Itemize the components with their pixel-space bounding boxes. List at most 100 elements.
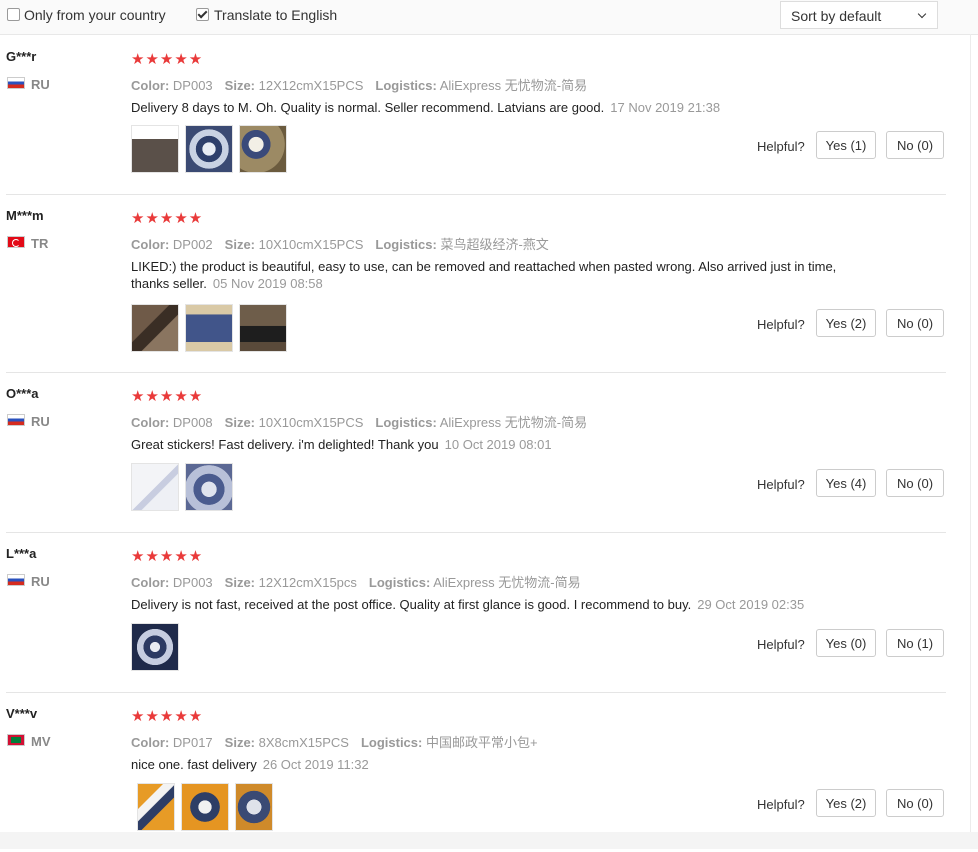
review-divider: [6, 372, 946, 373]
color-label: Color:: [131, 78, 170, 93]
color-label: Color:: [131, 237, 170, 252]
logistics-label: Logistics:: [375, 78, 437, 93]
review-photo[interactable]: [131, 304, 179, 352]
star-rating: ★★★★★: [131, 548, 204, 565]
russia-flag-icon: [7, 77, 25, 89]
size-label: Size:: [224, 415, 255, 430]
translate-label[interactable]: Translate to English: [214, 7, 337, 23]
review-photo[interactable]: [185, 463, 233, 511]
russia-flag-icon: [7, 574, 25, 586]
helpful-yes-button[interactable]: Yes (2): [816, 789, 876, 817]
review-body: nice one. fast delivery: [131, 757, 257, 772]
reviewer-name: L***a: [6, 546, 37, 561]
review-photo[interactable]: [185, 125, 233, 173]
only-country-label[interactable]: Only from your country: [24, 7, 166, 23]
reviewer-name: V***v: [6, 706, 38, 721]
review-item: V***v MV ★★★★★ Color: DP017 Size: 8X8cmX1…: [0, 692, 978, 852]
star-rating: ★★★★★: [131, 708, 204, 725]
review-photo[interactable]: [185, 304, 233, 352]
logistics-value: AliExpress 无忧物流-简易: [439, 415, 588, 430]
chevron-down-icon: [917, 9, 927, 19]
logistics-label: Logistics:: [375, 415, 437, 430]
review-item: L***a RU ★★★★★ Color: DP003 Size: 12X12cm…: [0, 532, 978, 692]
review-text: Delivery 8 days to M. Oh. Quality is nor…: [131, 99, 851, 116]
color-label: Color:: [131, 575, 170, 590]
helpful-yes-button[interactable]: Yes (2): [816, 309, 876, 337]
review-date: 29 Oct 2019 02:35: [697, 597, 805, 612]
review-text: nice one. fast delivery 26 Oct 2019 11:32: [131, 756, 851, 773]
maldives-flag-icon: [7, 734, 25, 746]
review-photo[interactable]: [137, 783, 175, 831]
review-photos: [131, 304, 287, 352]
logistics-label: Logistics:: [375, 237, 437, 252]
review-photo[interactable]: [131, 623, 179, 671]
logistics-label: Logistics:: [360, 735, 423, 750]
review-item: O***a RU ★★★★★ Color: DP008 Size: 10X10cm…: [0, 372, 978, 532]
color-value: DP002: [172, 237, 213, 252]
reviewer-name: O***a: [6, 386, 39, 401]
color-value: DP017: [172, 735, 213, 750]
color-value: DP003: [172, 575, 213, 590]
review-photo[interactable]: [239, 304, 287, 352]
reviewer-country: RU: [31, 574, 50, 589]
review-photo[interactable]: [131, 463, 179, 511]
helpful-label: Helpful?: [757, 637, 805, 652]
review-text: Delivery is not fast, received at the po…: [131, 596, 851, 613]
reviewer-country: RU: [31, 414, 50, 429]
star-rating: ★★★★★: [131, 210, 204, 227]
review-item: M***m TR ★★★★★ Color: DP002 Size: 10X10cm…: [0, 194, 978, 354]
size-label: Size:: [224, 237, 255, 252]
review-photos: [131, 463, 233, 511]
helpful-no-button[interactable]: No (0): [886, 789, 944, 817]
size-value: 10X10cmX15PCS: [258, 415, 364, 430]
turkey-flag-icon: [7, 236, 25, 248]
review-photos: [131, 125, 287, 173]
helpful-label: Helpful?: [757, 477, 805, 492]
russia-flag-icon: [7, 414, 25, 426]
sort-dropdown[interactable]: Sort by default: [780, 1, 938, 29]
reviewer-country: RU: [31, 77, 50, 92]
review-date: 17 Nov 2019 21:38: [610, 100, 721, 115]
bottom-strip: [0, 832, 978, 849]
review-photos: [137, 783, 273, 831]
review-date: 26 Oct 2019 11:32: [262, 757, 369, 772]
helpful-no-button[interactable]: No (0): [886, 309, 944, 337]
review-date: 05 Nov 2019 08:58: [212, 276, 323, 291]
size-value: 10X10cmX15PCS: [258, 237, 364, 252]
review-photo[interactable]: [235, 783, 273, 831]
reviewer-country: MV: [31, 734, 51, 749]
helpful-no-button[interactable]: No (0): [886, 469, 944, 497]
review-photo[interactable]: [181, 783, 229, 831]
helpful-yes-button[interactable]: Yes (4): [816, 469, 876, 497]
helpful-no-button[interactable]: No (1): [886, 629, 944, 657]
review-body: Delivery 8 days to M. Oh. Quality is nor…: [131, 100, 605, 115]
review-divider: [6, 692, 946, 693]
review-text: LIKED:) the product is beautiful, easy t…: [131, 258, 851, 292]
review-body: Great stickers! Fast delivery. i'm delig…: [131, 437, 439, 452]
review-attributes: Color: DP008 Size: 10X10cmX15PCS Logistics…: [131, 412, 587, 431]
logistics-value: AliExpress 无忧物流-简易: [433, 575, 581, 590]
review-attributes: Color: DP017 Size: 8X8cmX15PCS Logistics: …: [131, 732, 538, 751]
review-photo[interactable]: [131, 125, 179, 173]
logistics-value: AliExpress 无忧物流-简易: [439, 78, 588, 93]
review-item: G***r RU ★★★★★ Color: DP003 Size: 12X12cm…: [0, 35, 978, 195]
helpful-yes-button[interactable]: Yes (1): [816, 131, 876, 159]
reviewer-name: G***r: [6, 49, 37, 64]
review-body: Delivery is not fast, received at the po…: [131, 597, 692, 612]
size-label: Size:: [224, 735, 255, 750]
review-attributes: Color: DP003 Size: 12X12cmX15PCS Logistics…: [131, 75, 587, 94]
review-photo[interactable]: [239, 125, 287, 173]
helpful-label: Helpful?: [757, 797, 805, 812]
helpful-no-button[interactable]: No (0): [886, 131, 944, 159]
color-label: Color:: [131, 415, 170, 430]
reviewer-country: TR: [31, 236, 49, 251]
translate-checkbox[interactable]: [196, 8, 209, 21]
logistics-value: 菜鸟超级经济-燕文: [440, 237, 549, 252]
only-country-checkbox[interactable]: [7, 8, 20, 21]
helpful-label: Helpful?: [757, 317, 805, 332]
star-rating: ★★★★★: [131, 388, 204, 405]
helpful-yes-button[interactable]: Yes (0): [816, 629, 876, 657]
review-text: Great stickers! Fast delivery. i'm delig…: [131, 436, 851, 453]
sort-dropdown-value: Sort by default: [791, 8, 882, 24]
star-rating: ★★★★★: [131, 51, 204, 68]
